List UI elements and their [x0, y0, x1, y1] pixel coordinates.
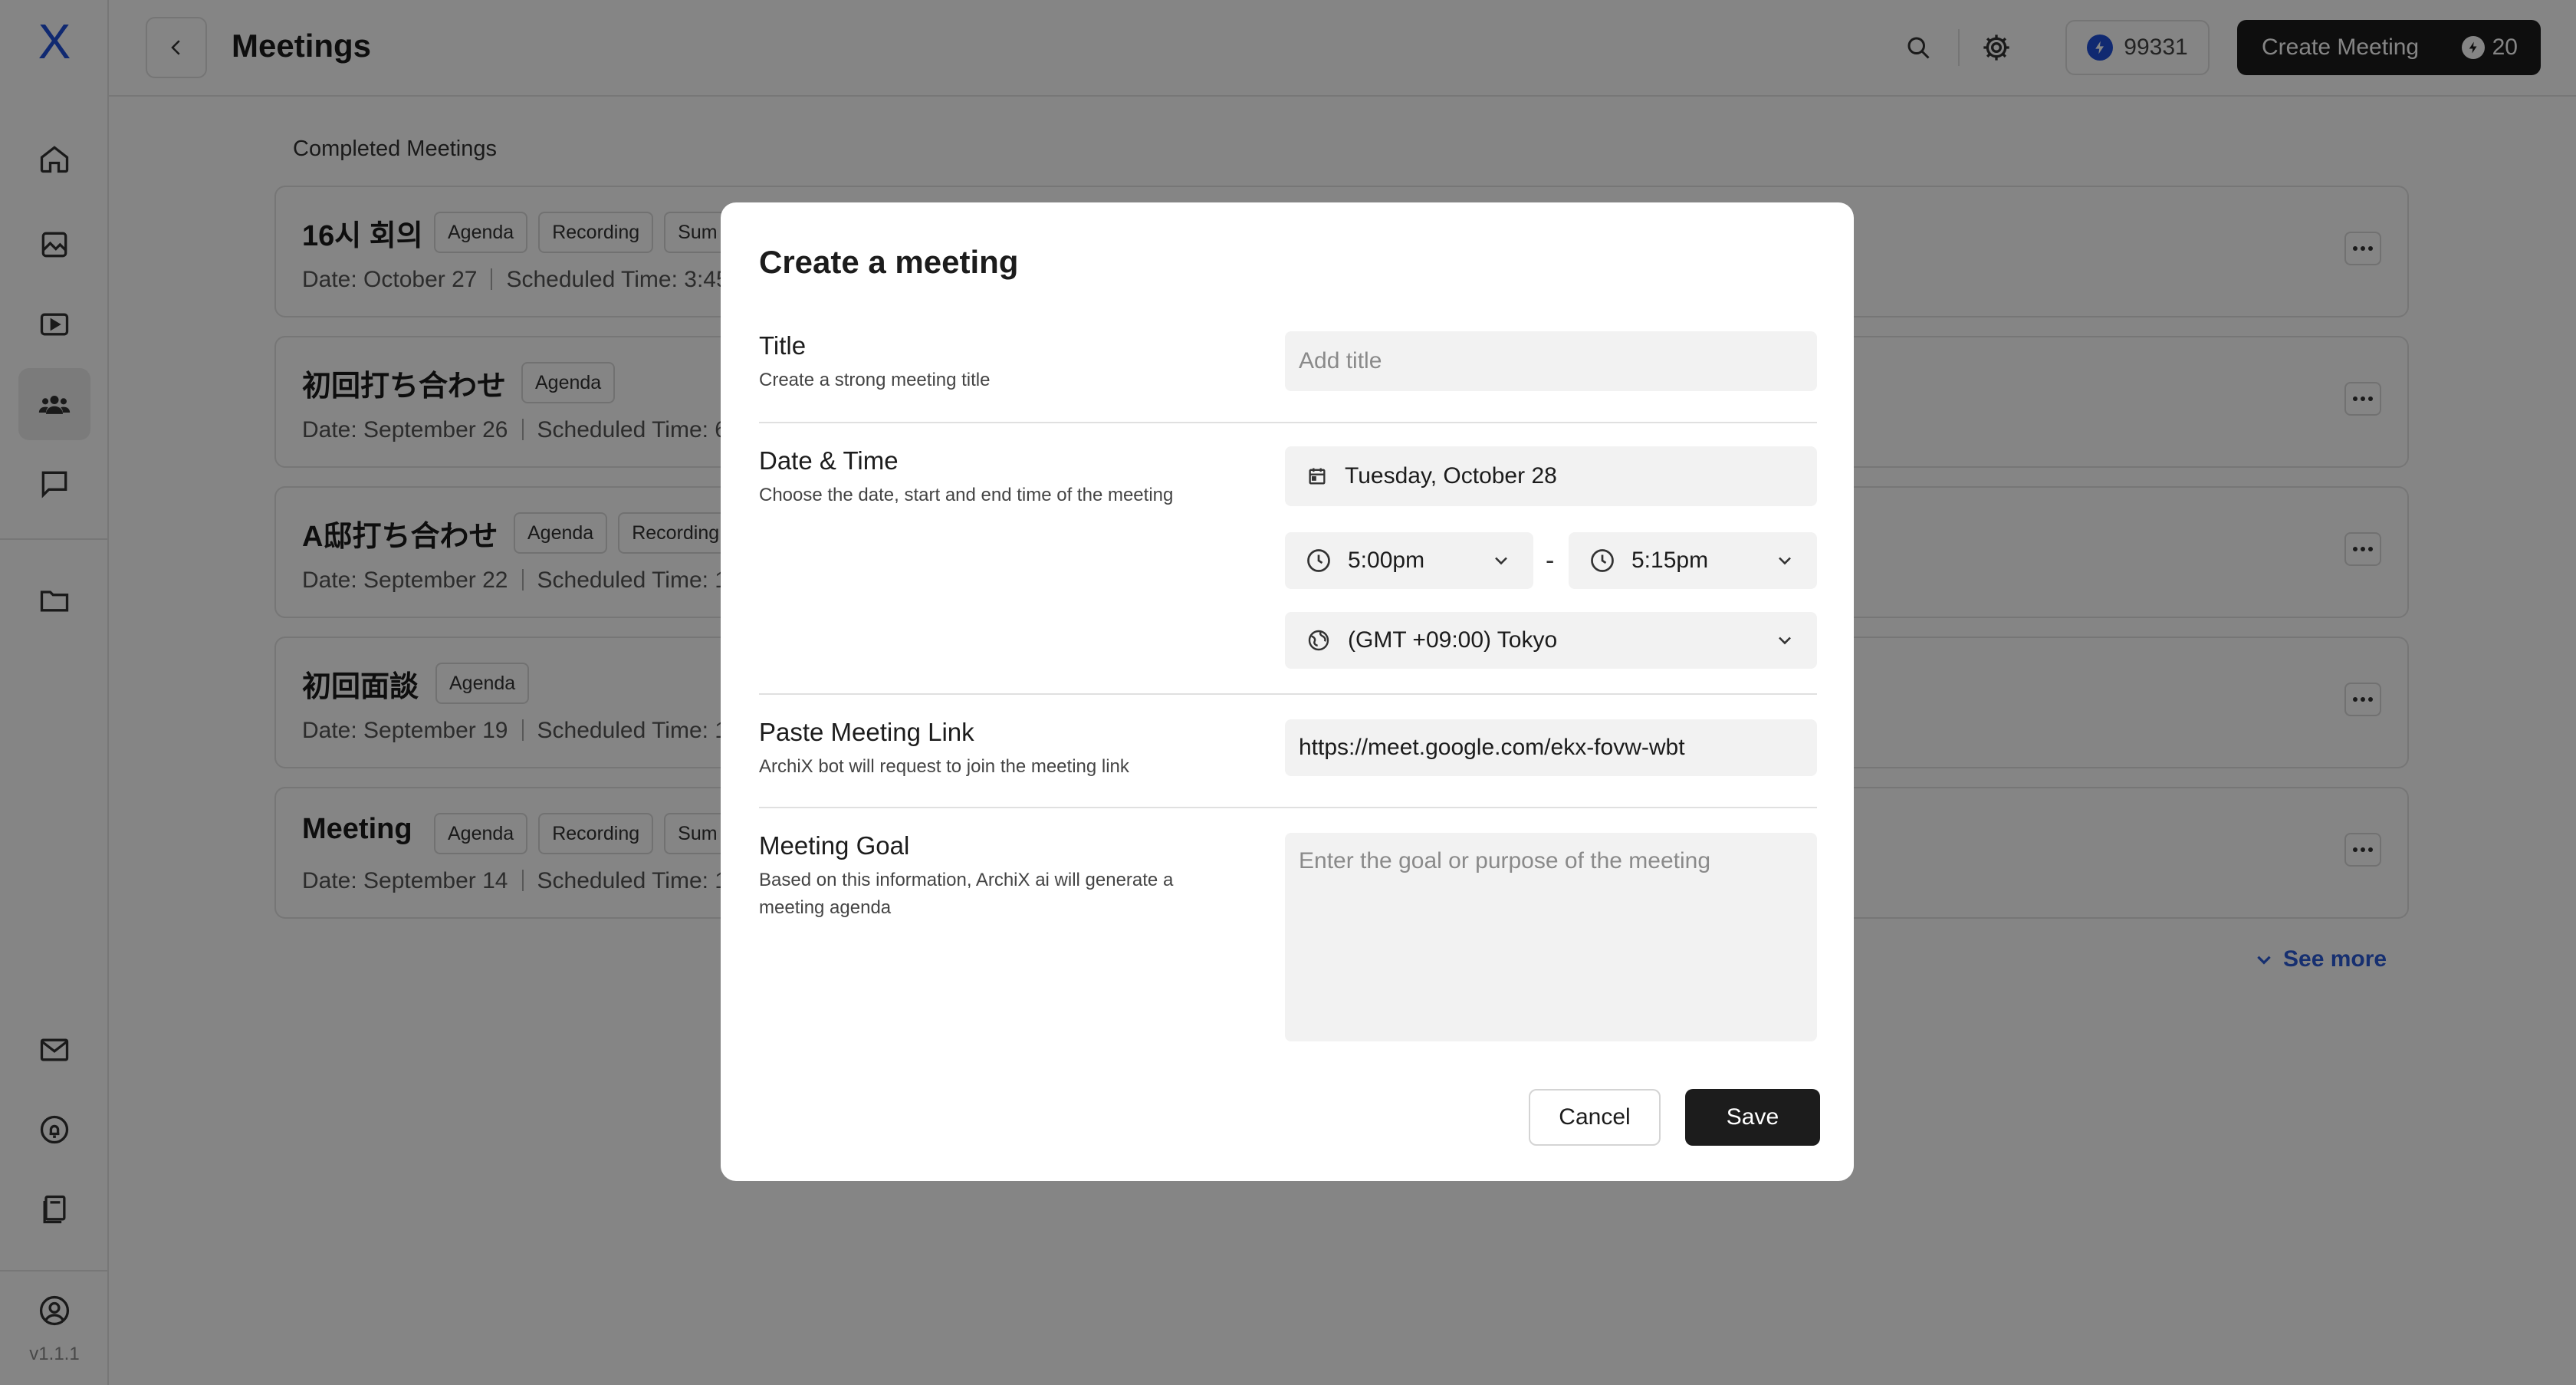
create-meeting-dialog: Create a meeting Title Create a strong m…: [721, 202, 1854, 1181]
time-range-separator: -: [1546, 546, 1555, 575]
start-time-select[interactable]: 5:00pm: [1285, 532, 1533, 589]
globe-icon: [1308, 630, 1329, 651]
meeting-link-input[interactable]: https://meet.google.com/ekx-fovw-wbt: [1285, 719, 1817, 776]
calendar-icon: [1309, 468, 1326, 485]
end-time-value: 5:15pm: [1631, 548, 1709, 573]
date-value: Tuesday, October 28: [1345, 463, 1557, 489]
meeting-link-sublabel: ArchiX bot will request to join the meet…: [759, 756, 1129, 777]
meeting-goal-sublabel: Based on this information, ArchiX ai wil…: [759, 870, 1174, 918]
dialog-title: Create a meeting: [759, 244, 1019, 280]
row-divider: [759, 807, 1817, 808]
date-picker[interactable]: Tuesday, October 28: [1285, 446, 1817, 506]
save-button[interactable]: Save: [1685, 1089, 1820, 1146]
chevron-down-icon: [1495, 557, 1507, 565]
row-divider: [759, 693, 1817, 695]
title-input[interactable]: Add title: [1285, 331, 1817, 391]
start-time-value: 5:00pm: [1348, 548, 1425, 573]
end-time-select[interactable]: 5:15pm: [1569, 532, 1817, 589]
meeting-goal-label: Meeting Goal: [759, 831, 910, 860]
meeting-link-value: https://meet.google.com/ekx-fovw-wbt: [1299, 735, 1685, 760]
title-label: Title: [759, 331, 807, 360]
title-sublabel: Create a strong meeting title: [759, 370, 991, 390]
meeting-goal-placeholder: Enter the goal or purpose of the meeting: [1299, 848, 1711, 873]
timezone-select[interactable]: (GMT +09:00) Tokyo: [1285, 612, 1817, 669]
chevron-down-icon: [1779, 637, 1791, 645]
row-divider: [759, 422, 1817, 423]
chevron-down-icon: [1779, 557, 1791, 565]
datetime-sublabel: Choose the date, start and end time of t…: [759, 485, 1174, 505]
meeting-goal-textarea[interactable]: Enter the goal or purpose of the meeting: [1285, 833, 1817, 1041]
clock-icon: [1307, 549, 1330, 572]
datetime-label: Date & Time: [759, 446, 899, 475]
meeting-link-label: Paste Meeting Link: [759, 718, 974, 746]
cancel-button[interactable]: Cancel: [1529, 1089, 1661, 1146]
timezone-value: (GMT +09:00) Tokyo: [1348, 627, 1558, 653]
title-placeholder: Add title: [1299, 348, 1382, 373]
clock-icon: [1591, 549, 1614, 572]
